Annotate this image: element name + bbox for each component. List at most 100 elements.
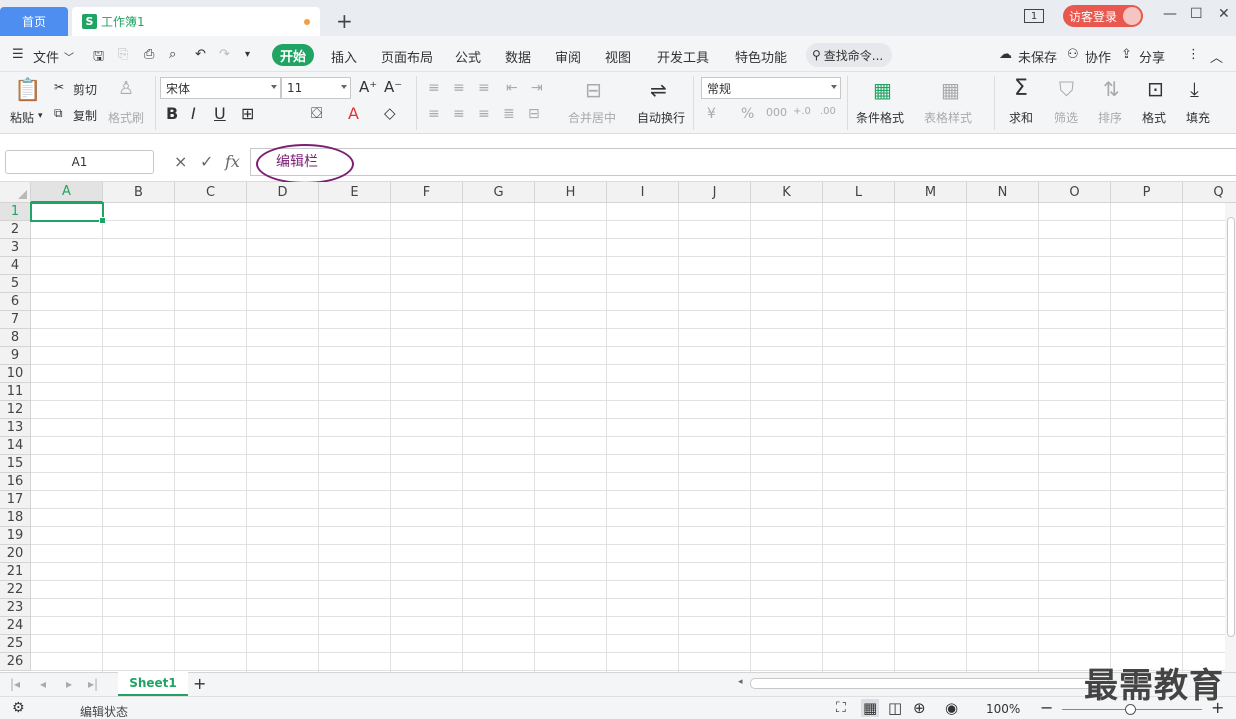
row-header-6[interactable]: 6	[0, 293, 31, 311]
zoom-out-button[interactable]: −	[1040, 698, 1053, 717]
copy-button[interactable]: 复制	[73, 107, 97, 124]
italic-icon[interactable]: I	[191, 104, 196, 123]
conditional-format-icon[interactable]: ▦	[873, 78, 892, 102]
undo-icon[interactable]: ↶	[195, 47, 206, 62]
align-center-icon[interactable]: ≡	[453, 106, 465, 122]
menu-data[interactable]: 数据	[505, 47, 531, 66]
menu-review[interactable]: 审阅	[555, 47, 581, 66]
menu-developer[interactable]: 开发工具	[657, 47, 709, 66]
indent-decrease-icon[interactable]: ⇤	[506, 80, 518, 96]
menu-formula[interactable]: 公式	[455, 47, 481, 66]
clear-format-icon[interactable]: ◇	[384, 104, 396, 122]
bold-icon[interactable]: B	[166, 104, 178, 123]
row-header-7[interactable]: 7	[0, 311, 31, 329]
align-middle-icon[interactable]: ≡	[453, 80, 465, 96]
row-header-13[interactable]: 13	[0, 419, 31, 437]
tab-home[interactable]: 首页	[0, 7, 68, 36]
row-header-18[interactable]: 18	[0, 509, 31, 527]
align-right-icon[interactable]: ≡	[478, 106, 490, 122]
tab-workbook1[interactable]: S 工作簿1	[72, 7, 320, 36]
quick-access-dropdown-icon[interactable]: ▾	[245, 49, 250, 60]
paste-dropdown-icon[interactable]: ▾	[38, 111, 43, 121]
format-painter-button[interactable]: 格式刷	[108, 109, 144, 126]
confirm-icon[interactable]: ✓	[200, 152, 213, 171]
currency-icon[interactable]: ¥	[707, 106, 716, 122]
paste-icon[interactable]: 📋	[14, 78, 41, 103]
fill-color-icon[interactable]: ⛋	[311, 104, 322, 122]
filter-icon[interactable]: ⛉	[1059, 77, 1074, 101]
last-sheet-icon[interactable]: ▸|	[88, 677, 98, 691]
column-header-g[interactable]: G	[463, 182, 535, 203]
new-tab-button[interactable]: +	[336, 9, 353, 33]
row-header-10[interactable]: 10	[0, 365, 31, 383]
row-header-25[interactable]: 25	[0, 635, 31, 653]
collapse-ribbon-icon[interactable]: ︿	[1210, 47, 1223, 66]
row-header-16[interactable]: 16	[0, 473, 31, 491]
close-icon[interactable]: ✕	[1218, 6, 1230, 22]
copy-icon[interactable]: ⧉	[54, 106, 63, 121]
menu-view[interactable]: 视图	[605, 47, 631, 66]
fill-icon[interactable]: ⤓	[1190, 77, 1199, 101]
row-header-11[interactable]: 11	[0, 383, 31, 401]
row-header-8[interactable]: 8	[0, 329, 31, 347]
align-left-icon[interactable]: ≡	[428, 106, 440, 122]
paste-button[interactable]: 粘贴	[10, 109, 34, 126]
column-header-c[interactable]: C	[175, 182, 247, 203]
collab-button[interactable]: 协作	[1085, 47, 1111, 66]
font-size-select[interactable]: 11	[281, 77, 351, 99]
page-break-view-icon[interactable]: ⊕	[913, 699, 926, 717]
cut-icon[interactable]: ✂	[54, 80, 64, 94]
column-header-p[interactable]: P	[1111, 182, 1183, 203]
column-header-j[interactable]: J	[679, 182, 751, 203]
thousands-icon[interactable]: 000	[766, 106, 787, 119]
border-icon[interactable]: ⊞	[241, 104, 254, 123]
row-header-19[interactable]: 19	[0, 527, 31, 545]
sheet-tab-sheet1[interactable]: Sheet1	[118, 672, 188, 696]
unsaved-label[interactable]: 未保存	[1018, 47, 1057, 66]
next-sheet-icon[interactable]: ▸	[66, 677, 72, 691]
font-name-select[interactable]: 宋体	[160, 77, 281, 99]
menu-insert[interactable]: 插入	[331, 47, 357, 66]
row-header-22[interactable]: 22	[0, 581, 31, 599]
row-header-2[interactable]: 2	[0, 221, 31, 239]
prev-sheet-icon[interactable]: ◂	[40, 677, 46, 691]
first-sheet-icon[interactable]: |◂	[10, 677, 20, 691]
zoom-slider[interactable]	[1062, 704, 1202, 715]
window-count-badge[interactable]: 1	[1024, 9, 1044, 23]
decrease-decimal-icon[interactable]: .00	[820, 106, 836, 117]
fx-icon[interactable]: fx	[225, 152, 240, 171]
column-header-h[interactable]: H	[535, 182, 607, 203]
more-icon[interactable]: ⋮	[1187, 47, 1200, 62]
column-header-l[interactable]: L	[823, 182, 895, 203]
font-color-icon[interactable]: A	[348, 104, 359, 123]
menu-page-layout[interactable]: 页面布局	[381, 47, 433, 66]
merge-center-icon[interactable]: ⊟	[585, 78, 602, 102]
underline-icon[interactable]: U	[214, 104, 226, 123]
format-button[interactable]: 格式	[1142, 109, 1166, 126]
column-header-m[interactable]: M	[895, 182, 967, 203]
align-top-icon[interactable]: ≡	[428, 80, 440, 96]
cut-button[interactable]: 剪切	[73, 81, 97, 98]
command-search[interactable]: ⚲ 查找命令...	[806, 43, 892, 67]
column-header-f[interactable]: F	[391, 182, 463, 203]
row-header-17[interactable]: 17	[0, 491, 31, 509]
sort-icon[interactable]: ⇅	[1103, 77, 1120, 101]
distributed-icon[interactable]: ⊟	[528, 106, 540, 122]
merge-center-button[interactable]: 合并居中	[568, 109, 616, 126]
visitor-login-button[interactable]: 访客登录	[1063, 5, 1143, 27]
normal-view-icon[interactable]: ▦	[861, 699, 880, 717]
active-cell-a1[interactable]	[30, 202, 106, 224]
row-header-1[interactable]: 1	[0, 203, 31, 221]
format-painter-icon[interactable]: ♙	[118, 78, 134, 99]
maximize-icon[interactable]: ☐	[1190, 6, 1203, 22]
row-header-3[interactable]: 3	[0, 239, 31, 257]
column-header-d[interactable]: D	[247, 182, 319, 203]
print-icon[interactable]: ⎙	[144, 47, 154, 62]
menu-features[interactable]: 特色功能	[735, 47, 787, 66]
column-header-q[interactable]: Q	[1183, 182, 1236, 203]
minimize-icon[interactable]: —	[1163, 6, 1177, 22]
fullscreen-icon[interactable]: ⛶	[836, 700, 846, 716]
row-header-4[interactable]: 4	[0, 257, 31, 275]
column-header-a[interactable]: A	[31, 182, 103, 203]
indent-increase-icon[interactable]: ⇥	[531, 80, 543, 96]
